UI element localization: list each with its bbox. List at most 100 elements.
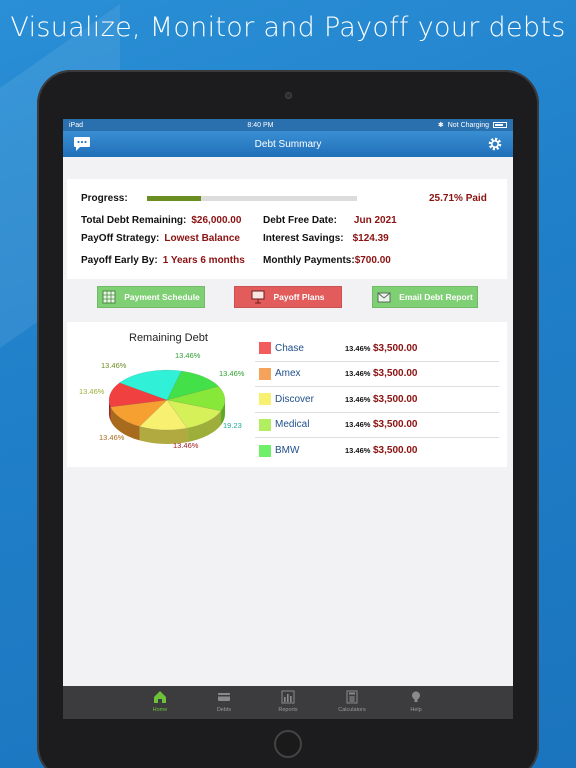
total-label: Total Debt Remaining: xyxy=(81,215,187,226)
home-icon xyxy=(154,691,166,703)
legend-item[interactable]: BMW 13.46% $3,500.00 xyxy=(255,438,499,464)
tab-help[interactable]: Help xyxy=(384,686,448,719)
envelope-icon xyxy=(377,292,391,303)
legend-swatch xyxy=(259,393,271,406)
legend-percent: 13.46% xyxy=(345,420,371,430)
strategy-row: PayOff Strategy: Lowest Balance xyxy=(81,233,240,244)
paid-row: 25.71% Paid xyxy=(429,193,487,204)
email-report-button[interactable]: Email Debt Report xyxy=(372,286,478,308)
status-carrier: iPad xyxy=(69,121,84,129)
legend-swatch xyxy=(259,418,271,431)
tab-debts[interactable]: Debts xyxy=(192,686,256,719)
nav-title: Debt Summary xyxy=(254,138,322,150)
remaining-debt-card: Remaining Debt 13.46% 13.46% 13.46% 19.23 13… xyxy=(67,322,507,467)
legend-name: Amex xyxy=(275,368,301,380)
progress-row: Progress: xyxy=(81,193,357,204)
savings-value: $124.39 xyxy=(352,233,389,244)
payoff-plans-button[interactable]: Payoff Plans xyxy=(234,286,342,308)
legend-list: Chase 13.46% $3,500.00 Amex 13.46% $3,500.00 D… xyxy=(255,336,499,464)
pie-slice-label: 13.46% xyxy=(101,361,127,370)
legend-name: Discover xyxy=(275,393,314,405)
gear-icon[interactable] xyxy=(487,136,503,152)
legend-item[interactable]: Amex 13.46% $3,500.00 xyxy=(255,362,499,387)
legend-percent: 13.46% xyxy=(345,369,371,379)
tab-label: Debts xyxy=(216,707,232,713)
pie-slice-label: 13.46% xyxy=(175,351,201,360)
early-value: 1 Years 6 months xyxy=(162,255,245,266)
tab-home[interactable]: Home xyxy=(128,686,192,719)
chat-bubble-icon[interactable] xyxy=(73,136,91,152)
legend-name: BMW xyxy=(275,445,300,457)
free-date-label: Debt Free Date: xyxy=(263,215,337,226)
pie-slice-label: 13.46% xyxy=(173,441,199,450)
tab-calculators[interactable]: Calculators xyxy=(320,686,384,719)
tab-label: Home xyxy=(152,707,168,713)
progress-bar xyxy=(146,196,357,201)
status-charging: Not Charging xyxy=(447,121,489,129)
headline: Visualize, Monitor and Payoff your debts xyxy=(10,12,566,43)
legend-percent: 13.46% xyxy=(345,343,371,353)
battery-icon xyxy=(493,122,507,128)
legend-swatch xyxy=(259,444,271,457)
camera-icon xyxy=(285,92,292,99)
strategy-label: PayOff Strategy: xyxy=(81,233,160,244)
legend-amount: $3,500.00 xyxy=(373,445,418,457)
presentation-board-icon xyxy=(251,290,265,304)
pie-slice-label: 13.46% xyxy=(79,387,105,396)
legend-swatch xyxy=(259,367,271,380)
status-time: 8:40 PM xyxy=(247,121,274,129)
monthly-value: $700.00 xyxy=(354,255,391,266)
strategy-value[interactable]: Lowest Balance xyxy=(164,233,240,244)
payment-schedule-label: Payment Schedule xyxy=(124,292,200,302)
monthly-label: Monthly Payments: xyxy=(263,255,355,266)
legend-name: Chase xyxy=(275,342,304,354)
early-row: Payoff Early By: 1 Years 6 months xyxy=(81,255,245,266)
bluetooth-icon: ✱ xyxy=(437,122,444,129)
pie-slice-label: 19.23 xyxy=(223,421,242,430)
legend-name: Medical xyxy=(275,419,310,431)
free-date-row: Debt Free Date: Jun 2021 xyxy=(263,215,397,226)
monthly-row: Monthly Payments: $700.00 xyxy=(263,255,391,266)
total-row: Total Debt Remaining: $26,000.00 xyxy=(81,215,241,226)
app-screen: iPad 8:40 PM ✱ Not Charging Debt Summary… xyxy=(63,119,513,719)
tab-reports[interactable]: Reports xyxy=(256,686,320,719)
savings-row: Interest Savings: $124.39 xyxy=(263,233,389,244)
free-date-value: Jun 2021 xyxy=(353,215,397,226)
tab-label: Reports xyxy=(278,707,298,713)
tab-label: Help xyxy=(410,707,422,713)
pie-chart: 13.46% 13.46% 13.46% 19.23 13.46% 13.46% 13.46… xyxy=(79,351,245,450)
legend-amount: $3,500.00 xyxy=(373,419,418,431)
calculator-icon xyxy=(346,690,358,704)
lightbulb-icon xyxy=(412,691,420,702)
status-bar: iPad 8:40 PM ✱ Not Charging xyxy=(63,119,513,131)
legend-item[interactable]: Chase 13.46% $3,500.00 xyxy=(255,336,499,362)
nav-bar: Debt Summary xyxy=(63,131,513,157)
tab-bar: Home Debts Reports Calculators Help xyxy=(63,686,513,719)
paid-percent: 25.71% Paid xyxy=(429,193,487,204)
legend-amount: $3,500.00 xyxy=(373,342,418,354)
total-value: $26,000.00 xyxy=(191,215,242,226)
chart-title: Remaining Debt xyxy=(129,332,208,344)
legend-percent: 13.46% xyxy=(345,394,371,404)
legend-item[interactable]: Discover 13.46% $3,500.00 xyxy=(255,387,499,413)
calendar-grid-icon xyxy=(102,290,116,304)
email-report-label: Email Debt Report xyxy=(399,292,473,302)
status-right: ✱ Not Charging xyxy=(438,121,507,129)
progress-label: Progress: xyxy=(81,193,128,204)
early-label: Payoff Early By: xyxy=(81,255,158,266)
action-buttons: Payment Schedule Payoff Plans Email Debt… xyxy=(63,286,513,310)
payoff-plans-label: Payoff Plans xyxy=(273,292,325,302)
legend-swatch xyxy=(259,342,271,355)
legend-amount: $3,500.00 xyxy=(373,368,418,380)
legend-percent: 13.46% xyxy=(345,446,371,456)
credit-card-icon xyxy=(218,693,230,701)
progress-fill xyxy=(146,196,201,201)
payment-schedule-button[interactable]: Payment Schedule xyxy=(97,286,205,308)
summary-card: Progress: 25.71% Paid Total Debt Remaini… xyxy=(67,179,507,279)
legend-amount: $3,500.00 xyxy=(373,393,418,405)
tab-label: Calculators xyxy=(338,707,366,713)
pie-slice-label: 13.46% xyxy=(219,369,245,378)
home-button[interactable] xyxy=(274,730,302,758)
pie-slice-label: 13.46% xyxy=(99,433,125,442)
legend-item[interactable]: Medical 13.46% $3,500.00 xyxy=(255,413,499,438)
